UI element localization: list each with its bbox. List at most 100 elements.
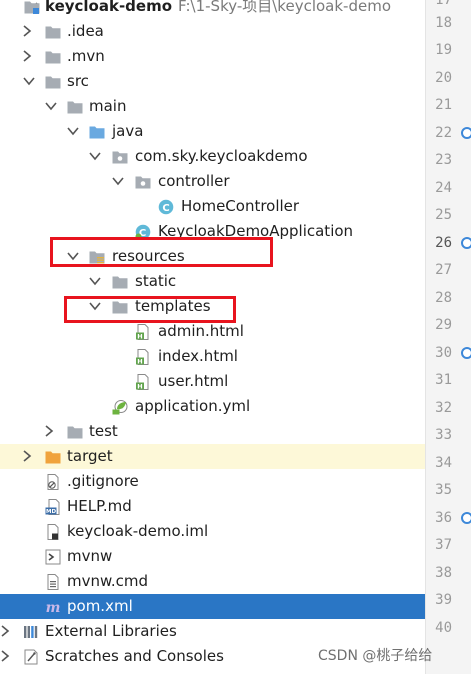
tree-item-idea[interactable]: .idea <box>0 19 425 44</box>
chevron-right-icon[interactable] <box>0 619 14 644</box>
excluded-folder-icon <box>45 451 61 464</box>
tree-item-index-html[interactable]: H index.html <box>0 344 425 369</box>
tree-item-label: keycloak-demo F:\1-Sky-项目\keycloak-demo <box>45 0 391 19</box>
tree-item-label: test <box>89 422 118 440</box>
svg-text:H: H <box>137 382 142 390</box>
line-number: 21 <box>435 97 452 113</box>
tree-item-pom-xml[interactable]: m pom.xml <box>0 594 425 619</box>
tree-item-java[interactable]: java <box>0 119 425 144</box>
tree-item-gitignore[interactable]: .gitignore <box>0 469 425 494</box>
tree-item-controller[interactable]: controller <box>0 169 425 194</box>
maven-icon: m <box>46 600 61 615</box>
tree-item-package[interactable]: com.sky.keycloakdemo <box>0 144 425 169</box>
tree-item-label: Scratches and Consoles <box>45 647 224 665</box>
tree-item-label: index.html <box>158 347 238 365</box>
line-number: 29 <box>435 317 452 333</box>
line-number: 36 <box>435 510 452 526</box>
tree-item-static[interactable]: static <box>0 269 425 294</box>
line-number: 28 <box>435 290 452 306</box>
tree-item-mvn[interactable]: .mvn <box>0 44 425 69</box>
folder-icon <box>112 276 128 289</box>
html-file-icon: H <box>136 324 149 340</box>
java-class-icon: C <box>158 199 174 215</box>
chevron-down-icon[interactable] <box>88 269 102 294</box>
tree-item-label: External Libraries <box>45 622 177 640</box>
chevron-down-icon[interactable] <box>111 169 125 194</box>
tree-item-label: java <box>112 122 144 140</box>
spring-yml-icon <box>112 400 128 415</box>
tree-item-label: static <box>135 272 177 290</box>
line-number: 40 <box>435 620 452 636</box>
gitignore-file-icon <box>47 474 59 490</box>
tree-item-label: mvnw <box>67 547 113 565</box>
editor-gutter: 17 18 19 20 21 22 23 24 25 26 27 28 29 3… <box>425 0 471 674</box>
svg-text:MD: MD <box>46 509 56 515</box>
tree-item-label: target <box>67 447 113 465</box>
svg-text:H: H <box>137 332 142 340</box>
chevron-down-icon[interactable] <box>66 119 80 144</box>
tree-item-label: HELP.md <box>67 497 132 515</box>
folder-icon <box>67 426 83 439</box>
svg-text:H: H <box>137 357 142 365</box>
tree-item-label: application.yml <box>135 397 251 415</box>
line-number: 23 <box>435 152 452 168</box>
text-file-icon <box>47 574 59 590</box>
line-number: 19 <box>435 42 452 58</box>
tree-item-label: .mvn <box>67 47 105 65</box>
chevron-right-icon[interactable] <box>22 44 36 69</box>
tree-item-external-libraries[interactable]: External Libraries <box>0 619 425 644</box>
tree-item-user-html[interactable]: H user.html <box>0 369 425 394</box>
annotation-box-resources <box>50 237 273 267</box>
tree-item-help-md[interactable]: MD HELP.md <box>0 494 425 519</box>
tree-item-target[interactable]: target <box>0 444 425 469</box>
tree-item-label: .gitignore <box>67 472 139 490</box>
chevron-down-icon[interactable] <box>44 94 58 119</box>
html-file-icon: H <box>136 374 149 390</box>
gutter-bean-icon[interactable] <box>461 347 471 359</box>
line-number: 27 <box>435 262 452 278</box>
chevron-right-icon[interactable] <box>44 419 58 444</box>
tree-item-label: mvnw.cmd <box>67 572 149 590</box>
html-file-icon: H <box>136 349 149 365</box>
annotation-box-templates <box>64 296 236 323</box>
line-number: 30 <box>435 345 452 361</box>
line-number: 33 <box>435 427 452 443</box>
line-number: 38 <box>435 565 452 581</box>
svg-text:C: C <box>162 203 169 214</box>
line-number: 24 <box>435 180 452 196</box>
line-number: 25 <box>435 207 452 223</box>
tree-item-label: keycloak-demo.iml <box>67 522 209 540</box>
chevron-right-icon[interactable] <box>0 644 14 669</box>
gutter-bean-icon[interactable] <box>461 512 471 524</box>
tree-item-mvnw-cmd[interactable]: mvnw.cmd <box>0 569 425 594</box>
chevron-down-icon[interactable] <box>88 144 102 169</box>
chevron-right-icon[interactable] <box>22 19 36 44</box>
source-folder-icon <box>89 126 105 139</box>
tree-item-src[interactable]: src <box>0 69 425 94</box>
line-number: 37 <box>435 537 452 553</box>
tree-item-iml[interactable]: keycloak-demo.iml <box>0 519 425 544</box>
folder-icon <box>45 26 61 39</box>
line-number: 31 <box>435 372 452 388</box>
chevron-right-icon[interactable] <box>22 444 36 469</box>
line-number: 39 <box>435 592 452 608</box>
tree-item-label: src <box>67 72 89 90</box>
markdown-file-icon: MD <box>45 499 60 515</box>
project-path: F:\1-Sky-项目\keycloak-demo <box>178 0 391 15</box>
tree-item-label: HomeController <box>181 197 300 215</box>
line-number: 18 <box>435 15 452 31</box>
tree-item-mvnw[interactable]: mvnw <box>0 544 425 569</box>
gutter-bean-icon[interactable] <box>461 127 471 139</box>
chevron-down-icon[interactable] <box>22 69 36 94</box>
tree-item-label: user.html <box>158 372 229 390</box>
tree-item-main[interactable]: main <box>0 94 425 119</box>
gutter-bean-icon[interactable] <box>461 237 471 249</box>
tree-item-test[interactable]: test <box>0 419 425 444</box>
tree-item-label: pom.xml <box>67 597 133 615</box>
tree-item-keycloak-demo[interactable]: keycloak-demo F:\1-Sky-项目\keycloak-demo <box>0 0 425 19</box>
line-number: 35 <box>435 482 452 498</box>
tree-item-homecontroller[interactable]: C HomeController <box>0 194 425 219</box>
tree-item-application-yml[interactable]: application.yml <box>0 394 425 419</box>
tree-item-label: .idea <box>67 22 104 40</box>
script-file-icon <box>45 549 61 565</box>
